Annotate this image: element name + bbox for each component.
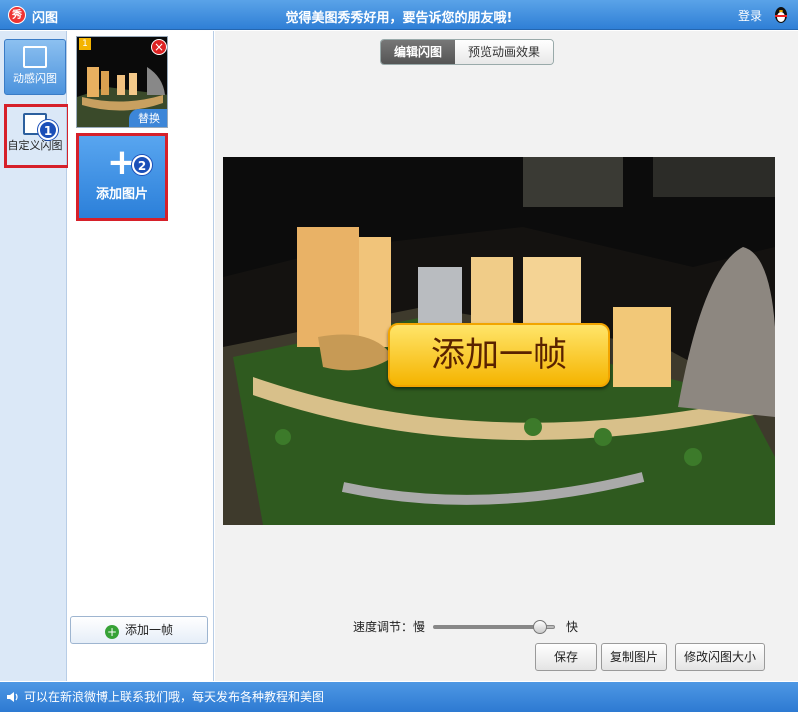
login-link[interactable]: 登录 (738, 7, 762, 24)
delete-frame-icon[interactable]: × (151, 39, 167, 55)
speed-slider[interactable] (433, 620, 555, 634)
frame-list-panel: 1 × 替换 + 添加图片 2 + 添加一帧 (68, 31, 214, 681)
highlight-box-custom (4, 104, 70, 168)
save-button[interactable]: 保存 (535, 643, 597, 671)
status-bar: 可以在新浪微博上联系我们哦，每天发布各种教程和美图 (0, 682, 798, 712)
speed-fast-label: 快 (566, 620, 579, 634)
tab-edit[interactable]: 编辑闪图 (381, 40, 456, 64)
tab-preview[interactable]: 预览动画效果 (455, 40, 554, 64)
copy-image-button[interactable]: 复制图片 (601, 643, 667, 671)
stage-add-frame-label: 添加一帧 (388, 323, 610, 387)
title-bar: 秀 闪图 觉得美图秀秀好用，要告诉您的朋友哦! 登录 (0, 0, 798, 30)
speed-slider-handle[interactable] (532, 620, 547, 634)
replace-frame-button[interactable]: 替换 (129, 109, 167, 127)
qq-penguin-icon[interactable] (772, 6, 790, 24)
add-frame-button[interactable]: + 添加一帧 (70, 616, 208, 644)
speed-label: 速度调节：慢 (353, 620, 426, 634)
preview-stage[interactable]: 添加一帧 (223, 157, 775, 525)
speaker-icon (7, 692, 18, 702)
mode-dynamic-label: 动感闪图 (13, 72, 57, 85)
mode-dynamic-button[interactable]: 动感闪图 (4, 39, 66, 95)
flash-image-icon (23, 46, 47, 68)
mode-rail: 动感闪图 自定义闪图 1 (0, 31, 70, 681)
slogan-text: 觉得美图秀秀好用，要告诉您的朋友哦! (285, 11, 513, 26)
frame-thumbnail[interactable]: 1 × 替换 (76, 36, 168, 128)
step-badge-2: 2 (132, 155, 152, 175)
frame-number-badge: 1 (79, 38, 91, 50)
add-frame-label: 添加一帧 (124, 623, 173, 637)
view-tabs: 编辑闪图 预览动画效果 (380, 39, 555, 65)
status-message: 可以在新浪微博上联系我们哦，每天发布各种教程和美图 (24, 690, 325, 704)
speed-slider-fill (434, 626, 540, 628)
add-circle-icon: + (104, 625, 119, 639)
main-editor: 编辑闪图 预览动画效果 添加一帧 速度调节：慢 快 保存 复制图片 修改闪图大小 (215, 31, 798, 681)
resize-button[interactable]: 修改闪图大小 (675, 643, 765, 671)
step-badge-1: 1 (38, 120, 58, 140)
highlight-box-add-picture (76, 133, 168, 221)
